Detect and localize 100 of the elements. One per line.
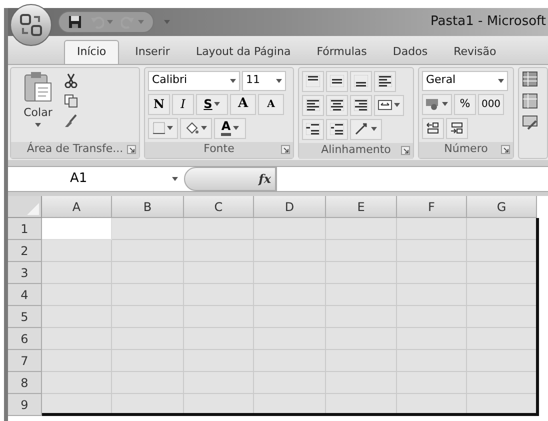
table-cell[interactable] — [184, 284, 254, 306]
table-cell[interactable] — [42, 328, 112, 350]
column-header[interactable]: A — [42, 196, 112, 218]
table-cell[interactable] — [254, 328, 326, 350]
increase-indent-button[interactable] — [326, 118, 348, 140]
table-cell[interactable] — [326, 284, 397, 306]
table-cell[interactable] — [42, 284, 112, 306]
table-cell[interactable] — [42, 262, 112, 284]
table-cell[interactable] — [254, 372, 326, 394]
table-cell[interactable] — [112, 306, 184, 328]
borders-button[interactable] — [148, 118, 178, 138]
table-cell[interactable] — [467, 306, 537, 328]
align-bottom-button[interactable] — [350, 70, 372, 92]
align-right-button[interactable] — [350, 94, 372, 116]
table-cell[interactable] — [184, 328, 254, 350]
table-cell[interactable] — [254, 262, 326, 284]
table-cell[interactable] — [184, 240, 254, 262]
table-cell[interactable] — [42, 240, 112, 262]
align-left-button[interactable] — [302, 94, 324, 116]
align-top-button[interactable] — [302, 70, 324, 92]
table-cell[interactable] — [254, 306, 326, 328]
row-header[interactable]: 3 — [8, 262, 42, 284]
orientation-button[interactable] — [350, 118, 382, 140]
table-cell[interactable] — [112, 240, 184, 262]
table-cell[interactable] — [397, 218, 467, 240]
dialog-launcher-icon[interactable] — [401, 146, 410, 154]
table-cell[interactable] — [42, 306, 112, 328]
copy-icon[interactable] — [64, 94, 78, 108]
fill-color-button[interactable] — [180, 118, 212, 138]
table-cell[interactable] — [184, 306, 254, 328]
table-cell[interactable] — [397, 306, 467, 328]
table-cell[interactable] — [467, 372, 537, 394]
dialog-launcher-icon[interactable] — [501, 144, 510, 154]
table-cell[interactable] — [112, 262, 184, 284]
table-cell[interactable] — [254, 240, 326, 262]
table-cell[interactable] — [467, 350, 537, 372]
paste-button[interactable]: Colar — [18, 70, 58, 138]
ribbon-tab[interactable]: Dados — [382, 40, 438, 64]
table-cell[interactable] — [397, 262, 467, 284]
table-cell[interactable] — [326, 372, 397, 394]
function-button[interactable]: fx — [258, 170, 271, 188]
table-cell[interactable] — [397, 328, 467, 350]
bold-button[interactable]: N — [148, 94, 170, 114]
row-header[interactable]: 9 — [8, 394, 42, 416]
table-cell[interactable] — [184, 372, 254, 394]
dialog-launcher-icon[interactable] — [127, 144, 136, 154]
column-header[interactable]: E — [326, 196, 397, 218]
grow-font-button[interactable]: A — [230, 94, 256, 114]
column-header[interactable]: G — [467, 196, 537, 218]
column-header[interactable]: C — [184, 196, 254, 218]
row-header[interactable]: 4 — [8, 284, 42, 306]
row-header[interactable]: 1 — [8, 218, 42, 240]
ribbon-tab[interactable]: Início — [64, 40, 120, 64]
table-cell[interactable] — [326, 262, 397, 284]
table-cell[interactable] — [112, 372, 184, 394]
table-cell[interactable] — [184, 350, 254, 372]
row-header[interactable]: 5 — [8, 306, 42, 328]
thousands-button[interactable]: 000 — [478, 94, 504, 114]
number-format-field[interactable]: Geral — [422, 70, 508, 90]
table-cell[interactable] — [397, 350, 467, 372]
ribbon-tab[interactable]: Fórmulas — [306, 40, 377, 64]
column-header[interactable]: B — [112, 196, 184, 218]
table-cell[interactable] — [326, 328, 397, 350]
italic-button[interactable]: I — [172, 94, 194, 114]
table-cell[interactable] — [326, 240, 397, 262]
table-cell[interactable] — [184, 218, 254, 240]
font-name-field[interactable]: Calibri — [148, 70, 240, 90]
table-cell[interactable] — [42, 218, 112, 240]
table-cell[interactable] — [397, 372, 467, 394]
table-cell[interactable] — [397, 284, 467, 306]
increase-decimal-button[interactable] — [422, 118, 444, 138]
merge-button[interactable] — [374, 94, 404, 116]
table-cell[interactable] — [326, 218, 397, 240]
font-size-field[interactable]: 11 — [242, 70, 286, 90]
row-header[interactable]: 7 — [8, 350, 42, 372]
table-cell[interactable] — [254, 284, 326, 306]
table-cell[interactable] — [184, 262, 254, 284]
customize-toolbar-button[interactable] — [162, 20, 172, 24]
table-cell[interactable] — [467, 240, 537, 262]
shrink-font-button[interactable]: A — [258, 94, 284, 114]
decrease-decimal-button[interactable] — [446, 118, 468, 138]
table-cell[interactable] — [467, 262, 537, 284]
column-header[interactable]: F — [397, 196, 467, 218]
row-header[interactable]: 6 — [8, 328, 42, 350]
percent-button[interactable]: % — [454, 94, 476, 114]
select-all-corner[interactable] — [8, 196, 42, 218]
table-cell[interactable] — [326, 306, 397, 328]
column-header[interactable]: D — [254, 196, 326, 218]
align-middle-button[interactable] — [326, 70, 348, 92]
ribbon-tab[interactable]: Inserir — [125, 40, 180, 64]
table-cell[interactable] — [42, 372, 112, 394]
scissors-icon[interactable] — [64, 72, 78, 88]
dialog-launcher-icon[interactable] — [281, 144, 290, 154]
table-cell[interactable] — [254, 218, 326, 240]
table-cell[interactable] — [326, 350, 397, 372]
table-cell[interactable] — [467, 284, 537, 306]
align-center-button[interactable] — [326, 94, 348, 116]
table-cell[interactable] — [112, 350, 184, 372]
ribbon-tab[interactable]: Layout da Página — [186, 40, 301, 64]
table-cell[interactable] — [42, 350, 112, 372]
